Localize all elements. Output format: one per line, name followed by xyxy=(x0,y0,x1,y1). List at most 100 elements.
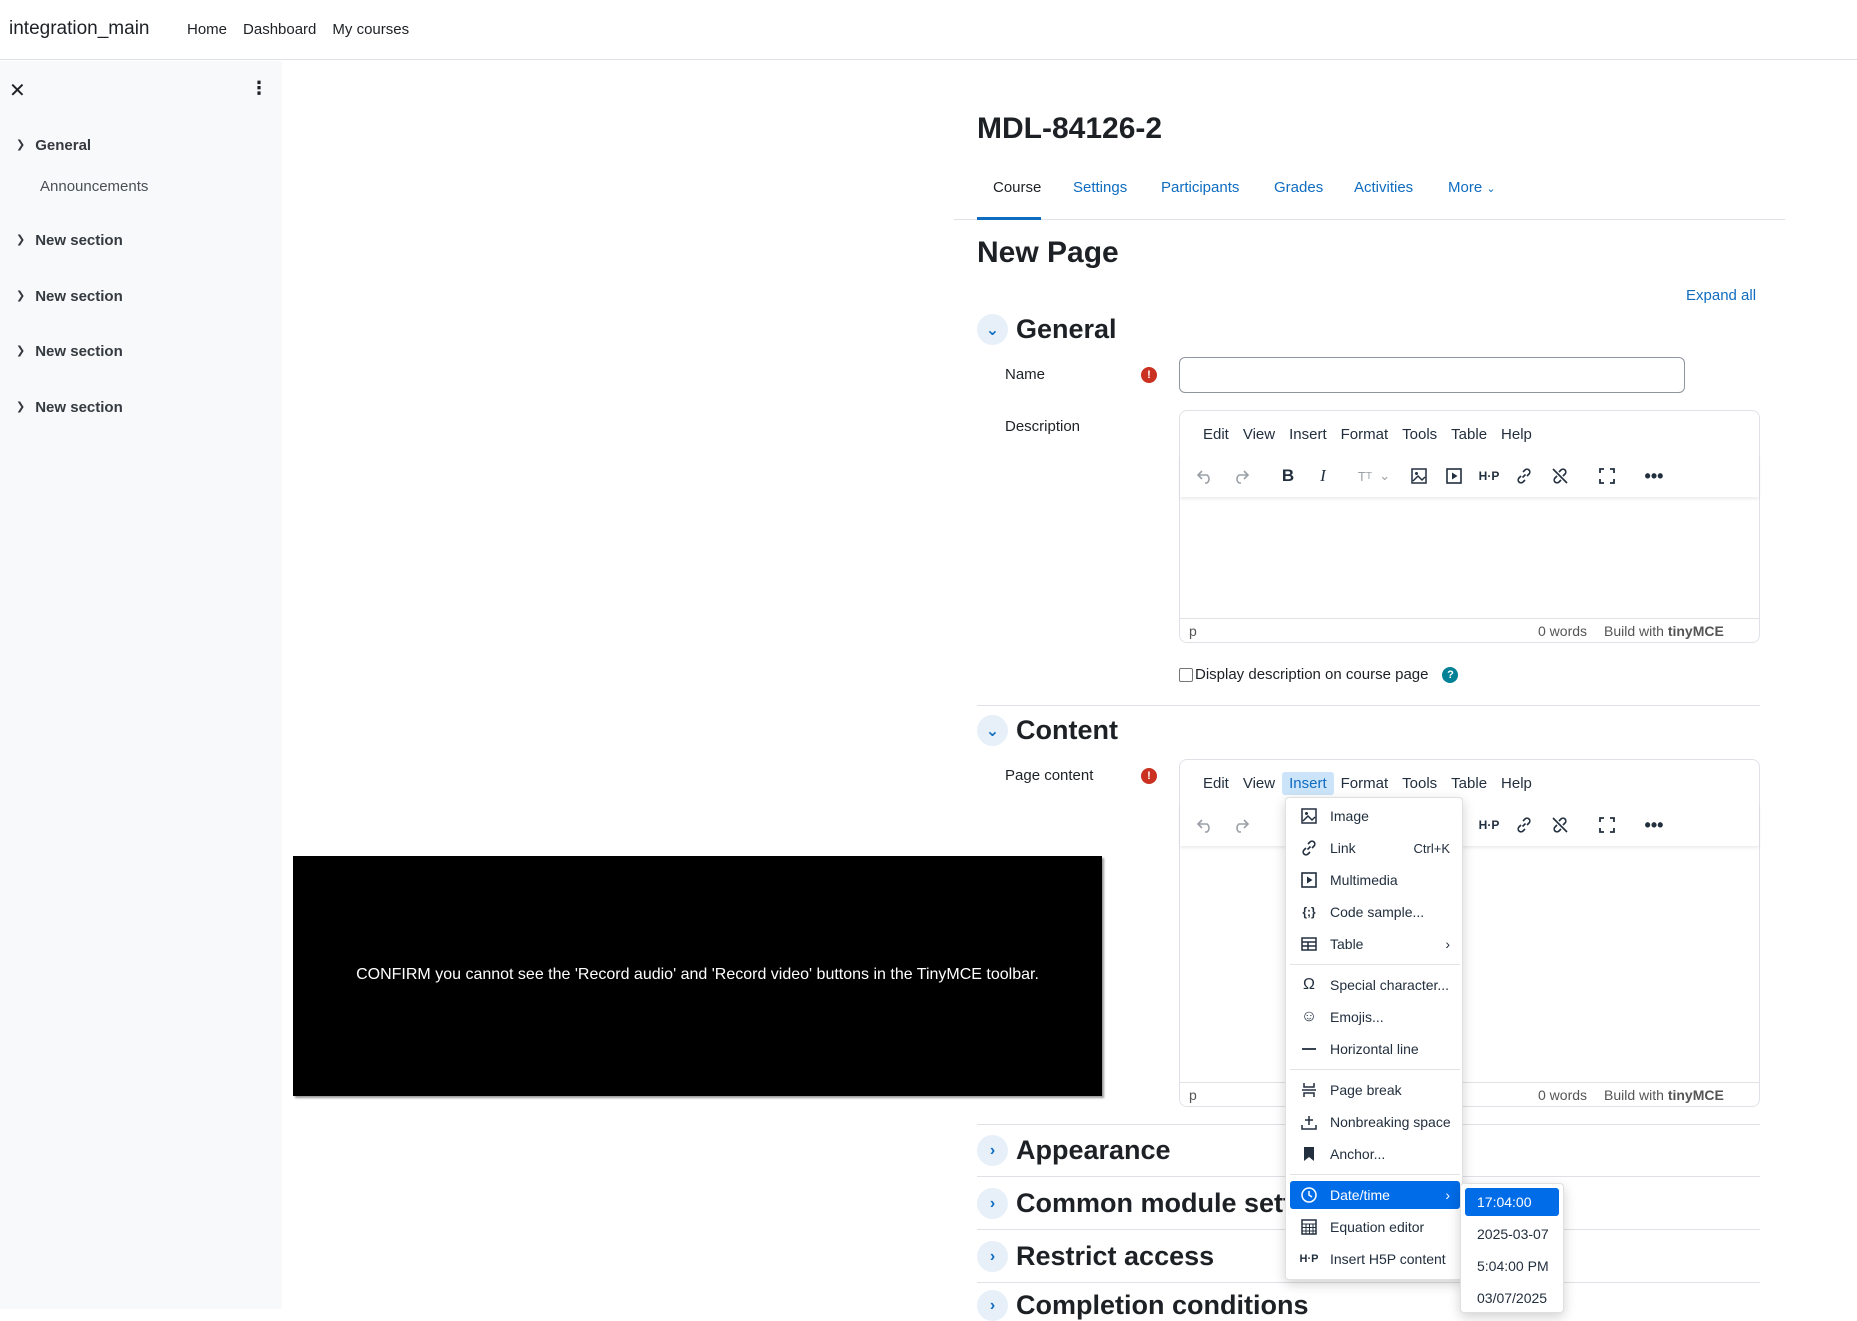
menu-insert[interactable]: Insert xyxy=(1282,772,1334,795)
element-path[interactable]: p xyxy=(1189,1087,1197,1103)
more-toolbar-icon[interactable]: ••• xyxy=(1641,812,1667,838)
insert-menu-image[interactable]: Image xyxy=(1290,802,1460,830)
fieldset-general-header[interactable]: ⌄ General xyxy=(977,314,1117,345)
unlink-icon[interactable] xyxy=(1547,812,1573,838)
multimedia-icon[interactable] xyxy=(1441,463,1467,489)
insert-menu-multimedia[interactable]: Multimedia xyxy=(1290,866,1460,894)
more-toolbar-icon[interactable]: ••• xyxy=(1641,463,1667,489)
datetime-option-us-date[interactable]: 03/07/2025 xyxy=(1465,1284,1559,1312)
tab-course[interactable]: Course xyxy=(993,179,1041,196)
drawer-options-icon[interactable]: ⋮ xyxy=(250,78,268,99)
redo-icon[interactable] xyxy=(1228,463,1254,489)
course-index-section-new-1[interactable]: ❯ New section xyxy=(16,232,123,249)
display-description-checkbox[interactable] xyxy=(1179,667,1193,682)
insert-menu-code-sample[interactable]: {;} Code sample... xyxy=(1290,898,1460,926)
description-editor-body[interactable] xyxy=(1180,501,1759,616)
menu-table[interactable]: Table xyxy=(1444,423,1494,446)
date-time-submenu: 17:04:00 2025-03-07 5:04:00 PM 03/07/202… xyxy=(1460,1183,1564,1313)
chevron-right-icon[interactable]: › xyxy=(977,1290,1008,1321)
word-count[interactable]: 0 words xyxy=(1538,623,1587,639)
menu-view[interactable]: View xyxy=(1236,423,1282,446)
tab-settings[interactable]: Settings xyxy=(1073,179,1127,196)
insert-menu-horizontal-line[interactable]: Horizontal line xyxy=(1290,1035,1460,1063)
tab-participants[interactable]: Participants xyxy=(1161,179,1239,196)
tinymce-brand[interactable]: Build with tinyMCE xyxy=(1604,1087,1724,1103)
chevron-right-icon[interactable]: › xyxy=(977,1241,1008,1272)
insert-menu-nonbreaking-space[interactable]: Nonbreaking space xyxy=(1290,1108,1460,1136)
link-icon[interactable] xyxy=(1511,463,1537,489)
word-count[interactable]: 0 words xyxy=(1538,1087,1587,1103)
unlink-icon[interactable] xyxy=(1547,463,1573,489)
insert-menu-anchor[interactable]: Anchor... xyxy=(1290,1140,1460,1168)
menu-table[interactable]: Table xyxy=(1444,772,1494,795)
course-index-section-new-2[interactable]: ❯ New section xyxy=(16,288,123,305)
fieldset-common-module-settings-header[interactable]: › Common module setti xyxy=(977,1188,1300,1219)
italic-icon[interactable]: I xyxy=(1310,463,1336,489)
image-icon[interactable] xyxy=(1406,463,1432,489)
chevron-down-icon[interactable]: ⌄ xyxy=(977,715,1008,746)
font-size-icon[interactable]: TT ⌄ xyxy=(1354,463,1394,489)
menu-help[interactable]: Help xyxy=(1494,772,1539,795)
fieldset-appearance-header[interactable]: › Appearance xyxy=(977,1135,1171,1166)
chevron-down-icon[interactable]: ⌄ xyxy=(977,314,1008,345)
bold-icon[interactable]: B xyxy=(1275,463,1301,489)
build-with-text: Build with xyxy=(1604,1087,1664,1103)
tinymce-brand[interactable]: Build with tinyMCE xyxy=(1604,623,1724,639)
menu-format[interactable]: Format xyxy=(1334,772,1396,795)
fieldset-completion-conditions-header[interactable]: › Completion conditions xyxy=(977,1290,1308,1321)
chevron-right-icon[interactable]: › xyxy=(977,1188,1008,1219)
datetime-option-24h-time[interactable]: 17:04:00 xyxy=(1465,1188,1559,1216)
page-content-editor-body[interactable] xyxy=(1180,850,1759,1080)
site-name[interactable]: integration_main xyxy=(9,18,149,40)
menu-tools[interactable]: Tools xyxy=(1395,772,1444,795)
tinymce-logo-text: tinyMCE xyxy=(1667,623,1724,639)
insert-menu-special-character[interactable]: Ω Special character... xyxy=(1290,971,1460,999)
help-icon[interactable]: ? xyxy=(1442,666,1459,683)
h5p-icon[interactable]: H·P xyxy=(1476,812,1502,838)
expand-all-link[interactable]: Expand all xyxy=(1686,287,1756,304)
menu-view[interactable]: View xyxy=(1236,772,1282,795)
fieldset-content-header[interactable]: ⌄ Content xyxy=(977,715,1118,746)
insert-menu-link[interactable]: Link Ctrl+K xyxy=(1290,834,1460,862)
course-title: MDL-84126-2 xyxy=(977,112,1163,145)
insert-menu-date-time[interactable]: Date/time › xyxy=(1290,1181,1460,1209)
datetime-option-12h-time[interactable]: 5:04:00 PM xyxy=(1465,1252,1559,1280)
display-description-label[interactable]: Display description on course page xyxy=(1195,666,1428,683)
undo-icon[interactable] xyxy=(1192,463,1218,489)
fieldset-restrict-access-header[interactable]: › Restrict access xyxy=(977,1241,1214,1272)
course-index-item-announcements[interactable]: Announcements xyxy=(40,178,148,195)
redo-icon[interactable] xyxy=(1228,812,1254,838)
menu-edit[interactable]: Edit xyxy=(1196,772,1236,795)
tab-activities[interactable]: Activities xyxy=(1354,179,1413,196)
menu-tools[interactable]: Tools xyxy=(1395,423,1444,446)
name-input[interactable] xyxy=(1179,357,1685,393)
insert-menu-equation-editor[interactable]: Equation editor xyxy=(1290,1213,1460,1241)
editor-statusbar: p 0 words Build with tinyMCE xyxy=(1180,1082,1759,1106)
element-path[interactable]: p xyxy=(1189,623,1197,639)
insert-menu-page-break[interactable]: Page break xyxy=(1290,1076,1460,1104)
course-index-section-new-4[interactable]: ❯ New section xyxy=(16,399,123,416)
course-index-section-new-3[interactable]: ❯ New section xyxy=(16,343,123,360)
datetime-option-iso-date[interactable]: 2025-03-07 xyxy=(1465,1220,1559,1248)
fullscreen-icon[interactable] xyxy=(1594,463,1620,489)
menu-help[interactable]: Help xyxy=(1494,423,1539,446)
chevron-right-icon[interactable]: › xyxy=(977,1135,1008,1166)
nav-my-courses[interactable]: My courses xyxy=(332,21,409,38)
close-drawer-icon[interactable]: ✕ xyxy=(9,78,26,103)
h5p-icon[interactable]: H·P xyxy=(1476,463,1502,489)
insert-menu-table[interactable]: Table › xyxy=(1290,930,1460,958)
tab-more[interactable]: More ⌄ xyxy=(1448,179,1496,196)
fieldset-title: Content xyxy=(1016,715,1118,745)
menu-format[interactable]: Format xyxy=(1334,423,1396,446)
course-index-section-general[interactable]: ❯ General xyxy=(16,137,91,154)
link-icon[interactable] xyxy=(1511,812,1537,838)
menu-edit[interactable]: Edit xyxy=(1196,423,1236,446)
insert-menu-emojis[interactable]: ☺ Emojis... xyxy=(1290,1003,1460,1031)
fullscreen-icon[interactable] xyxy=(1594,812,1620,838)
nav-dashboard[interactable]: Dashboard xyxy=(243,21,316,38)
insert-menu-h5p[interactable]: H·P Insert H5P content xyxy=(1290,1245,1460,1273)
tab-grades[interactable]: Grades xyxy=(1274,179,1323,196)
undo-icon[interactable] xyxy=(1192,812,1218,838)
nav-home[interactable]: Home xyxy=(187,21,227,38)
menu-insert[interactable]: Insert xyxy=(1282,423,1334,446)
